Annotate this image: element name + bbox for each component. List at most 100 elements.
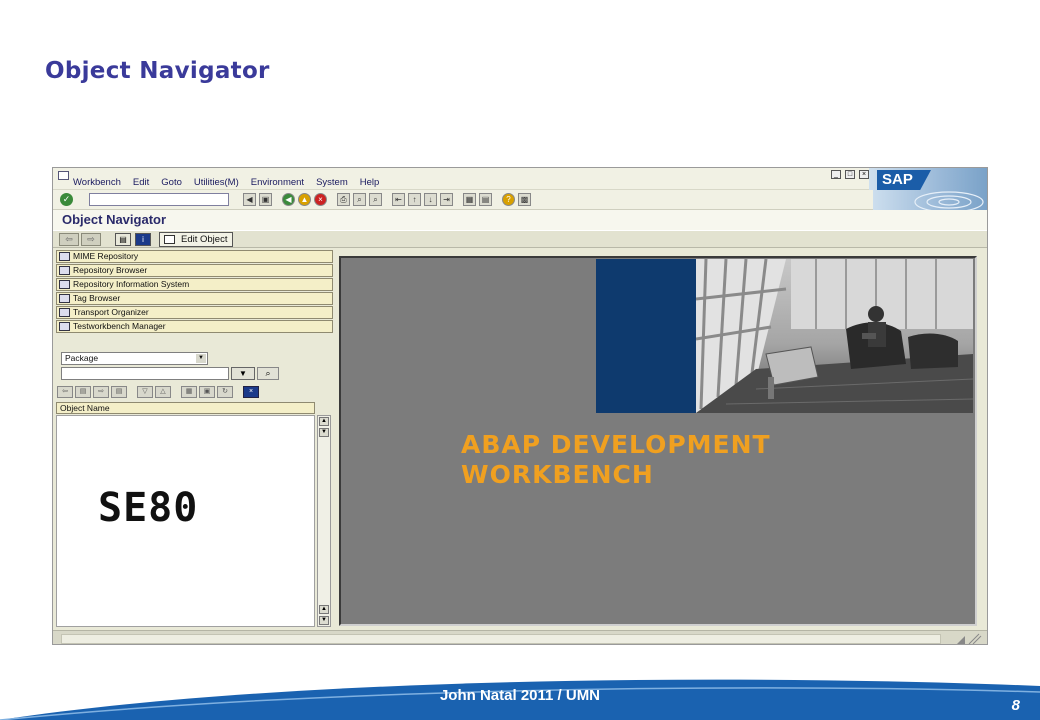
testworkbench-manager-icon	[59, 322, 70, 331]
enter-check-icon[interactable]: ✓	[60, 193, 73, 206]
tree-back-list-icon[interactable]: ▤	[75, 386, 91, 398]
mime-repository-label: MIME Repository	[73, 251, 139, 261]
nav-back-icon[interactable]: ⇦	[59, 233, 79, 246]
tree-vertical-scrollbar[interactable]: ▲ ▼ ▲ ▼	[317, 415, 331, 627]
menu-items: Workbench Edit Goto Utilities(M) Environ…	[73, 177, 391, 188]
window-menu-icon[interactable]	[58, 171, 69, 180]
object-name-column-header: Object Name	[56, 402, 315, 414]
tree-hierarchy-icon[interactable]: ▦	[181, 386, 197, 398]
menu-workbench[interactable]: Workbench	[73, 177, 121, 188]
close-icon[interactable]: ×	[859, 170, 869, 179]
tree-collapse-icon[interactable]: △	[155, 386, 171, 398]
transport-organizer-icon	[59, 308, 70, 317]
previous-page-icon[interactable]: ↑	[408, 193, 421, 206]
edit-object-button[interactable]: Edit Object	[159, 232, 234, 247]
tag-browser-label: Tag Browser	[73, 293, 121, 303]
tag-browser-button[interactable]: Tag Browser	[56, 292, 333, 305]
mime-repository-icon	[59, 252, 70, 261]
tree-back-icon[interactable]: ⇦	[57, 386, 73, 398]
dropdown-arrow-icon[interactable]: ▼	[231, 367, 255, 380]
tree-close-icon[interactable]: ×	[243, 386, 259, 398]
chevron-down-icon[interactable]: ▼	[196, 354, 206, 363]
menu-environment[interactable]: Environment	[251, 177, 304, 188]
save-icon[interactable]: ▣	[259, 193, 272, 206]
new-session-icon[interactable]: ▦	[463, 193, 476, 206]
screen-title: Object Navigator	[53, 210, 987, 230]
ripple-decoration-icon	[914, 191, 984, 210]
repository-browser-button[interactable]: Repository Browser	[56, 264, 333, 277]
object-name-input[interactable]	[61, 367, 229, 380]
object-type-value: Package	[65, 353, 99, 363]
menu-system[interactable]: System	[316, 177, 348, 188]
info-icon[interactable]: i	[135, 233, 151, 246]
edit-object-label: Edit Object	[181, 234, 228, 245]
display-object-list-icon[interactable]: ▤	[115, 233, 131, 246]
office-photo-illustration	[696, 259, 973, 413]
back-icon[interactable]: ◀	[282, 193, 295, 206]
se80-transaction-code: SE80	[98, 485, 199, 531]
footer-author: John Natal 2011 / UMN	[439, 687, 601, 704]
tree-refresh-icon[interactable]: ↻	[217, 386, 233, 398]
back-triangle-icon[interactable]: ◀	[243, 193, 256, 206]
menu-goto[interactable]: Goto	[161, 177, 182, 188]
mime-repository-button[interactable]: MIME Repository	[56, 250, 333, 263]
maximize-icon[interactable]: □	[845, 170, 855, 179]
transport-organizer-label: Transport Organizer	[73, 307, 149, 317]
repository-browser-label: Repository Browser	[73, 265, 148, 275]
find-icon[interactable]: ⌕	[353, 193, 366, 206]
splash-blue-block	[596, 259, 696, 413]
menu-edit[interactable]: Edit	[133, 177, 149, 188]
cancel-icon[interactable]: ×	[314, 193, 327, 206]
slide-title: Object Navigator	[45, 58, 270, 84]
testworkbench-manager-button[interactable]: Testworkbench Manager	[56, 320, 333, 333]
scroll-page-up-icon[interactable]: ▲	[319, 605, 329, 614]
exit-icon[interactable]: ▲	[298, 193, 311, 206]
nav-forward-icon[interactable]: ⇨	[81, 233, 101, 246]
splash-area: ABAP DEVELOPMENT WORKBENCH	[339, 256, 977, 626]
shortcut-icon[interactable]: ▤	[479, 193, 492, 206]
scroll-page-down-icon[interactable]: ▼	[319, 616, 329, 625]
standard-toolbar: ✓ ◀ ▣ ◀ ▲ × ⎙ ⌕ ⌕ ⇤ ↑ ↓ ⇥ ▦ ▤ ? ▩	[53, 190, 873, 210]
minimize-icon[interactable]: _	[831, 170, 841, 179]
edit-object-icon	[164, 235, 175, 244]
sap-logo: SAP	[869, 168, 987, 210]
application-toolbar: ⇦ ⇨ ▤ i Edit Object	[53, 230, 987, 248]
menu-help[interactable]: Help	[360, 177, 380, 188]
layout-menu-icon[interactable]: ▩	[518, 193, 531, 206]
tree-forward-icon[interactable]: ⇨	[93, 386, 109, 398]
find-next-icon[interactable]: ⌕	[369, 193, 382, 206]
repository-browser-icon	[59, 266, 70, 275]
repository-information-system-button[interactable]: Repository Information System	[56, 278, 333, 291]
tree-worklist-icon[interactable]: ▣	[199, 386, 215, 398]
menu-utilities[interactable]: Utilities(M)	[194, 177, 239, 188]
testworkbench-manager-label: Testworkbench Manager	[73, 321, 166, 331]
office-photo	[696, 259, 973, 413]
page-number: 8	[1011, 697, 1020, 714]
status-message-field	[61, 634, 941, 644]
object-type-select[interactable]: Package ▼	[61, 352, 208, 365]
scroll-up-icon[interactable]: ▲	[319, 417, 329, 426]
help-icon[interactable]: ?	[502, 193, 515, 206]
navigation-panel: MIME Repository Repository Browser Repos…	[53, 250, 336, 628]
print-icon[interactable]: ⎙	[337, 193, 350, 206]
menu-bar: Workbench Edit Goto Utilities(M) Environ…	[53, 168, 987, 190]
sap-window: Workbench Edit Goto Utilities(M) Environ…	[52, 167, 988, 645]
next-page-icon[interactable]: ↓	[424, 193, 437, 206]
last-page-icon[interactable]: ⇥	[440, 193, 453, 206]
transport-organizer-button[interactable]: Transport Organizer	[56, 306, 333, 319]
toolbar-icons: ◀ ▣ ◀ ▲ × ⎙ ⌕ ⌕ ⇤ ↑ ↓ ⇥ ▦ ▤ ? ▩	[243, 193, 531, 206]
splash-title-line1: ABAP DEVELOPMENT	[461, 430, 771, 459]
scroll-down-icon[interactable]: ▼	[319, 428, 329, 437]
display-glasses-icon[interactable]: ⌕	[257, 367, 279, 380]
command-field[interactable]	[89, 193, 229, 206]
first-page-icon[interactable]: ⇤	[392, 193, 405, 206]
tree-forward-list-icon[interactable]: ▤	[111, 386, 127, 398]
tree-toolbar: ⇦ ▤ ⇨ ▤ ▽ △ ▦ ▣ ↻ ×	[57, 386, 259, 398]
tree-expand-icon[interactable]: ▽	[137, 386, 153, 398]
repository-information-system-label: Repository Information System	[73, 279, 190, 289]
resize-grip-icon[interactable]	[953, 632, 983, 645]
splash-title-line2: WORKBENCH	[461, 460, 654, 489]
splash-title: ABAP DEVELOPMENT WORKBENCH	[461, 430, 771, 490]
tag-browser-icon	[59, 294, 70, 303]
repository-information-system-icon	[59, 280, 70, 289]
